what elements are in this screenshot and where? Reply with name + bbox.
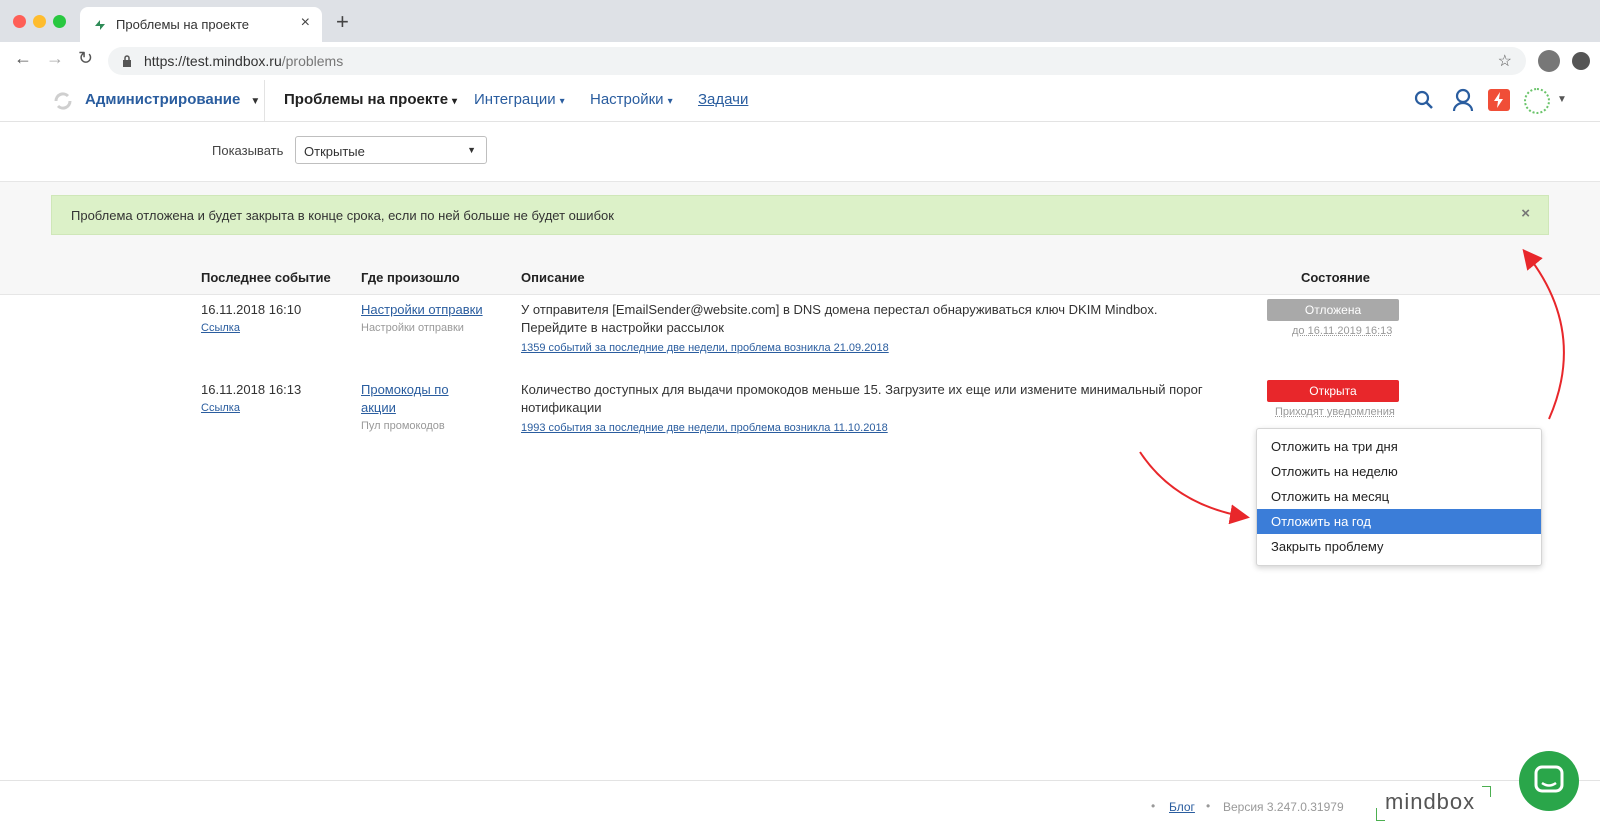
footer-blog-link[interactable]: Блог	[1169, 800, 1195, 814]
annotation-arrows	[1139, 248, 1565, 525]
chat-icon	[1534, 765, 1564, 793]
footer-version: Версия 3.247.0.31979	[1223, 800, 1344, 814]
footer-divider	[0, 780, 1600, 781]
bullet-separator: •	[1206, 799, 1211, 813]
logo-corner-icon	[1482, 786, 1491, 797]
footer-logo: mindbox	[1385, 789, 1476, 814]
arrow-to-alert-icon	[1522, 248, 1565, 420]
bullet-separator: •	[1151, 799, 1156, 813]
chat-launcher-button[interactable]	[1519, 751, 1579, 811]
logo-corner-icon	[1376, 808, 1385, 821]
arrow-to-postpone-year-icon	[1139, 451, 1250, 525]
